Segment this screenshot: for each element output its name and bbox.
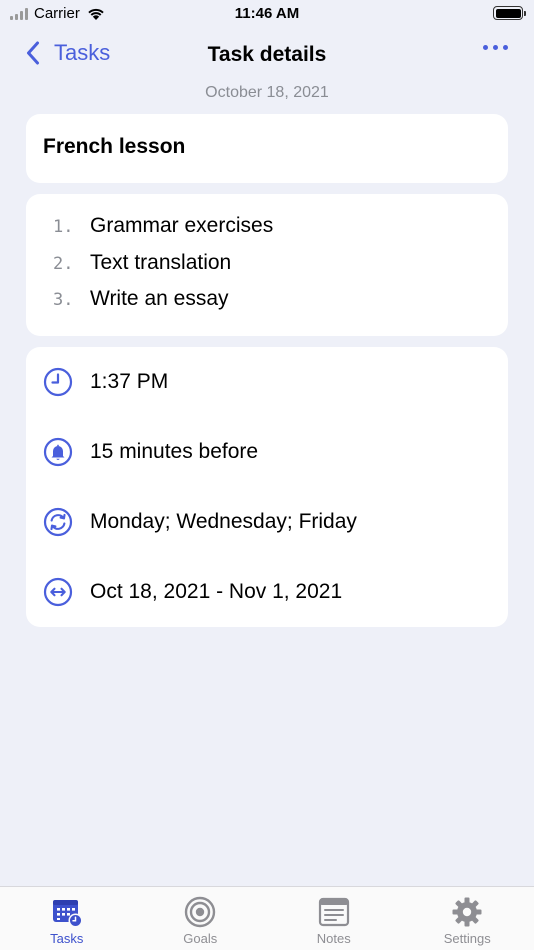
subtasks-card: 1. Grammar exercises 2. Text translation… — [26, 194, 508, 336]
task-title-card: French lesson — [26, 114, 508, 183]
list-number: 3. — [53, 290, 74, 310]
tab-bar: Tasks Goals Notes Settings — [0, 886, 534, 950]
target-icon — [185, 896, 216, 928]
tab-notes[interactable]: Notes — [267, 887, 401, 950]
tab-label: Tasks — [50, 931, 84, 946]
more-options-button[interactable] — [483, 45, 508, 50]
status-bar: Carrier 11:46 AM — [0, 0, 534, 30]
list-item: 3. Write an essay — [43, 287, 491, 324]
list-item: 2. Text translation — [43, 251, 491, 288]
note-icon — [318, 897, 349, 927]
list-number: 1. — [53, 217, 74, 237]
list-text: Text translation — [90, 250, 232, 274]
list-item: 1. Grammar exercises — [43, 214, 491, 251]
task-repeat: Monday; Wednesday; Friday — [90, 510, 357, 533]
bell-icon — [43, 437, 73, 467]
task-date: October 18, 2021 — [205, 84, 329, 101]
reminder-row: 15 minutes before — [43, 417, 491, 487]
ellipsis-icon — [483, 45, 488, 50]
tab-label: Settings — [443, 931, 491, 946]
period-row: Oct 18, 2021 - Nov 1, 2021 — [43, 557, 491, 627]
time-row: 1:37 PM — [43, 347, 491, 417]
calendar-clock-icon — [52, 900, 83, 928]
battery-icon — [493, 6, 526, 20]
repeat-row: Monday; Wednesday; Friday — [43, 487, 491, 557]
task-reminder: 15 minutes before — [90, 440, 259, 463]
tab-tasks[interactable]: Tasks — [0, 887, 134, 950]
list-number: 2. — [53, 253, 74, 274]
task-title: French lesson — [43, 135, 186, 158]
list-text: Write an essay — [90, 287, 229, 310]
list-text: Grammar exercises — [90, 214, 274, 237]
tab-settings[interactable]: Settings — [401, 887, 534, 950]
date-range-icon — [43, 577, 73, 607]
tab-goals[interactable]: Goals — [134, 887, 268, 950]
task-info-card: 1:37 PM 15 minutes before Monday; Wednes… — [26, 347, 508, 627]
repeat-icon — [43, 507, 73, 537]
task-time: 1:37 PM — [90, 370, 169, 393]
task-period: Oct 18, 2021 - Nov 1, 2021 — [90, 580, 343, 603]
status-time: 11:46 AM — [234, 5, 300, 22]
tab-label: Notes — [316, 931, 351, 946]
clock-icon — [43, 367, 73, 397]
gear-icon — [452, 897, 482, 927]
page-title: Task details — [207, 43, 327, 66]
tab-label: Goals — [183, 931, 218, 946]
nav-bar: Tasks Task details — [0, 36, 534, 76]
